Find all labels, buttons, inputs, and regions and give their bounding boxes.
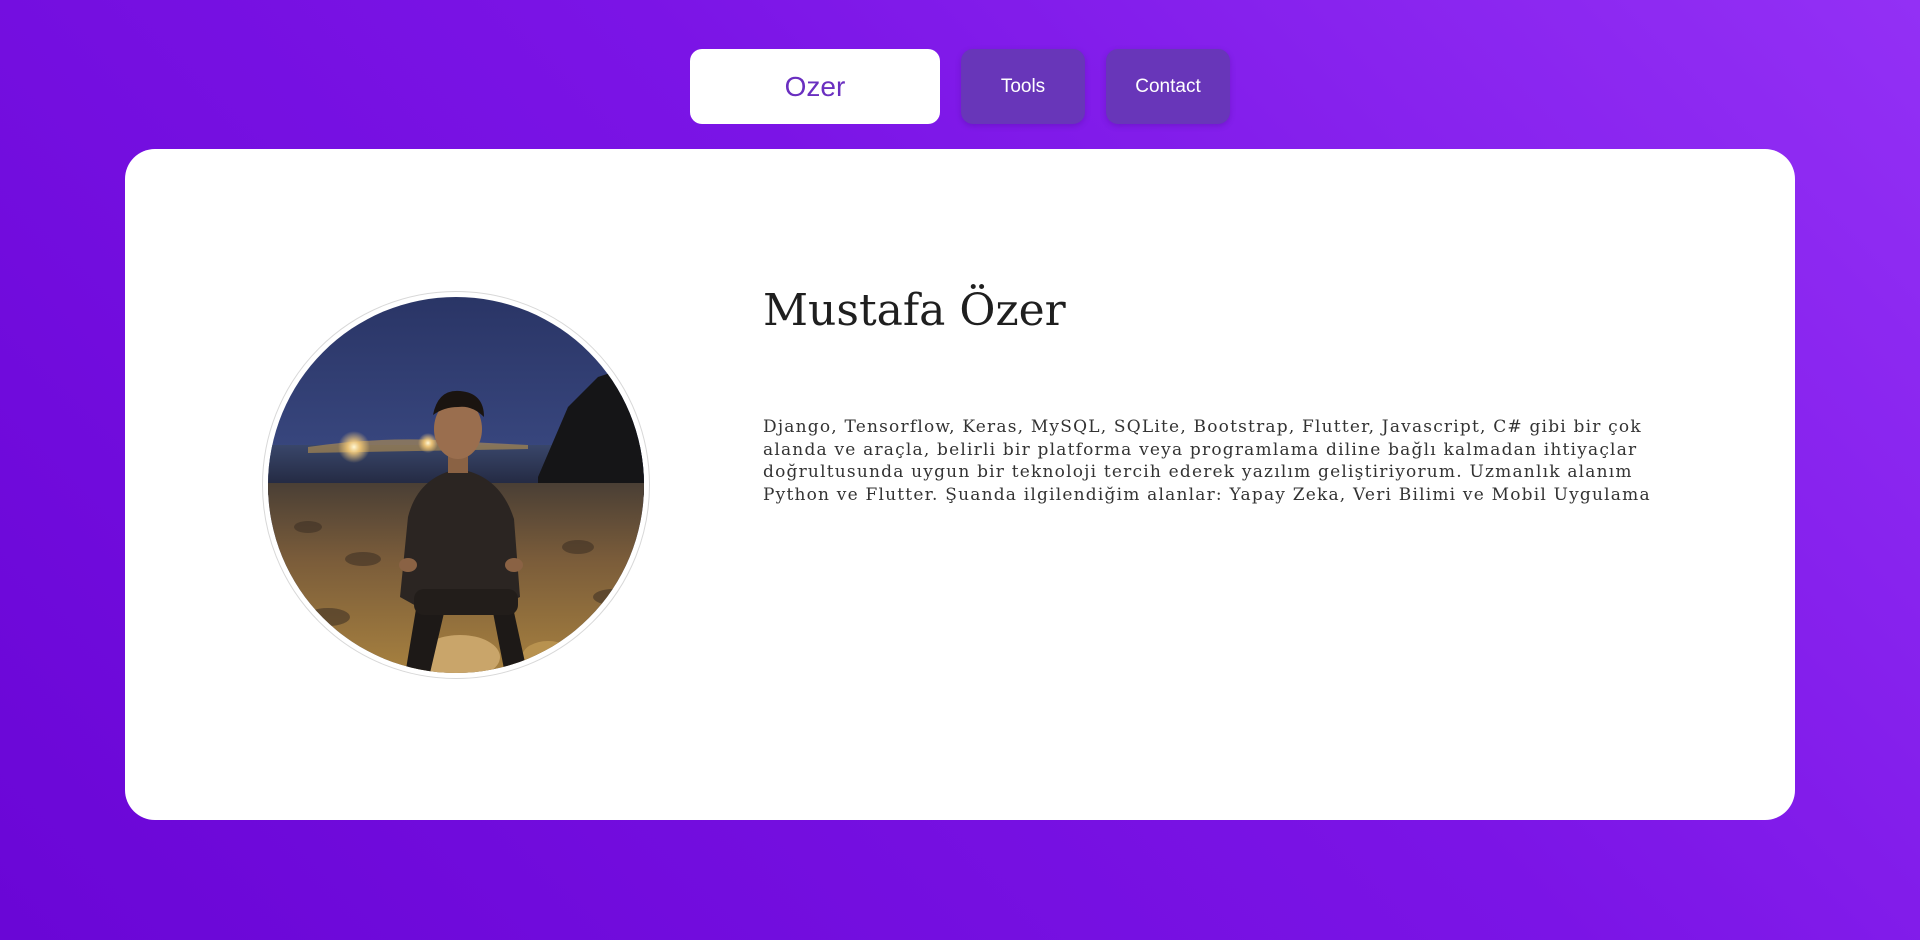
nav-tools-label: Tools: [1000, 75, 1046, 97]
profile-photo: [268, 297, 644, 673]
top-navigation: Ozer Tools Contact: [0, 49, 1920, 124]
nav-contact-button[interactable]: Contact: [1106, 49, 1230, 124]
profile-card: Mustafa Özer Django, Tensorflow, Keras, …: [125, 149, 1795, 820]
profile-bio: Django, Tensorflow, Keras, MySQL, SQLite…: [763, 417, 1651, 505]
brand-label: Ozer: [784, 70, 846, 102]
avatar-frame: [262, 291, 650, 679]
brand-home-button[interactable]: Ozer: [690, 49, 940, 124]
profile-name: Mustafa Özer: [763, 285, 1066, 336]
nav-tools-button[interactable]: Tools: [961, 49, 1085, 124]
nav-contact-label: Contact: [1135, 75, 1201, 97]
